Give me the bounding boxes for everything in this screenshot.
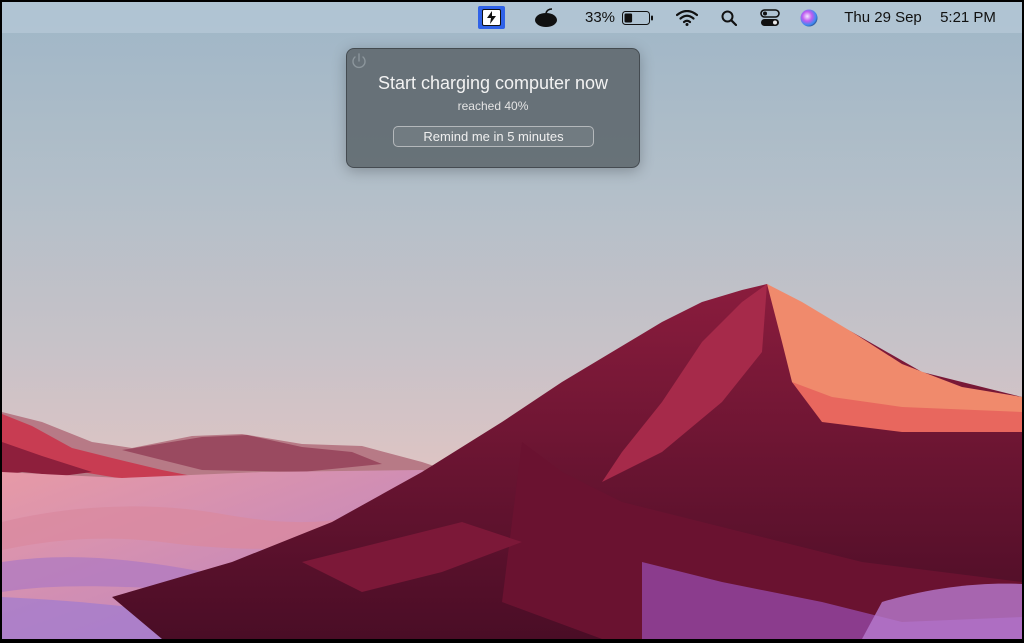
siri-icon[interactable] (798, 2, 820, 33)
battery-percent: 33% (584, 9, 616, 26)
lightning-icon (482, 9, 501, 26)
remind-later-button[interactable]: Remind me in 5 minutes (393, 126, 594, 147)
control-center-icon[interactable] (757, 2, 783, 33)
desktop: 33% Thu 29 Sep 5:21 PM Start charging co… (2, 2, 1022, 639)
battery-icon[interactable] (621, 2, 655, 33)
popup-subtitle: reached 40% (457, 99, 529, 113)
mouse-icon[interactable] (533, 2, 559, 33)
search-icon[interactable] (718, 2, 740, 33)
wifi-icon[interactable] (674, 2, 700, 33)
battery-alert-app-icon[interactable] (478, 6, 505, 29)
time-display[interactable]: 5:21 PM (934, 2, 1002, 33)
power-icon[interactable] (349, 51, 369, 71)
menu-bar: 33% Thu 29 Sep 5:21 PM (2, 2, 1022, 33)
popup-title: Start charging computer now (377, 73, 609, 93)
date-display[interactable]: Thu 29 Sep (838, 2, 928, 33)
charge-reminder-popup: Start charging computer now reached 40% … (346, 48, 640, 168)
